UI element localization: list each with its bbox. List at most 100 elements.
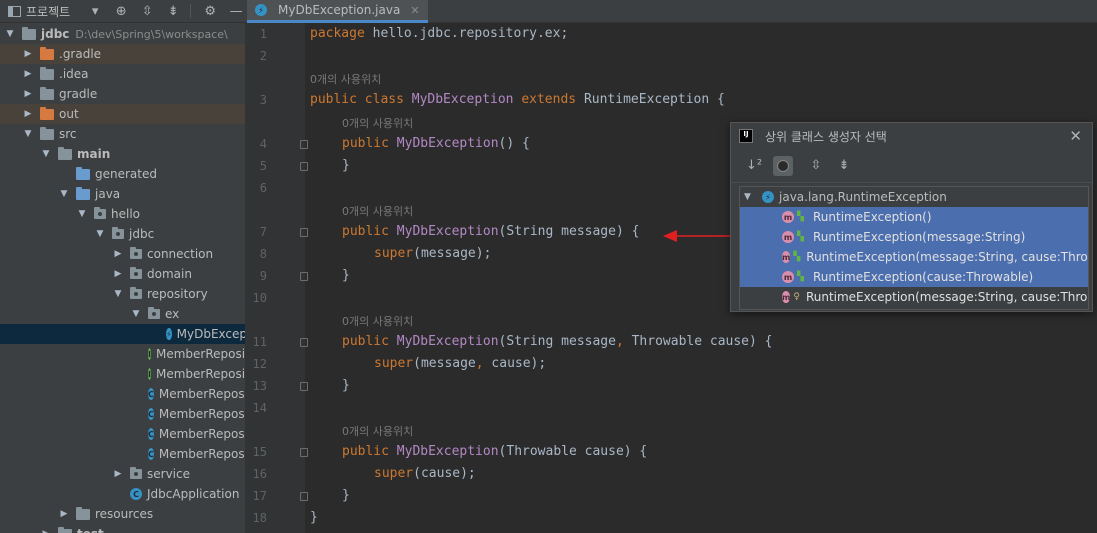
interface-icon: I — [148, 368, 151, 380]
tree-node-main[interactable]: ▼ main — [0, 144, 245, 164]
tree-node-domain[interactable]: ▶ domain — [0, 264, 245, 284]
tree-node-label: src — [59, 127, 77, 141]
tree-node-label: service — [147, 467, 190, 481]
tree-node-src[interactable]: ▼ src — [0, 124, 245, 144]
tree-node-java[interactable]: ▼ java — [0, 184, 245, 204]
module-path: D:\dev\Spring\5\workspace\ — [75, 27, 228, 41]
constructor-item[interactable]: m ▚ RuntimeException(cause:Throwable) — [740, 267, 1088, 287]
line-number: 17 — [252, 489, 267, 503]
tree-node-idea[interactable]: ▶ .idea — [0, 64, 245, 84]
chevron-down-icon[interactable]: ▼ — [112, 289, 124, 299]
tree-node-class[interactable]: C MemberReposi — [0, 404, 245, 424]
method-name: MyDbException — [388, 136, 499, 151]
collapse-all-icon[interactable]: ⇟ — [166, 4, 180, 19]
constructor-item[interactable]: m ▚ RuntimeException(message:String, cau… — [740, 247, 1088, 267]
chevron-right-icon[interactable]: ▶ — [112, 469, 124, 479]
project-toolbar: 프로젝트 ▾ ⊕ ⇳ ⇟ ⚙ — — [0, 0, 245, 23]
tree-node-test[interactable]: ▶ test — [0, 524, 245, 533]
tree-node-resources[interactable]: ▶ resources — [0, 504, 245, 524]
code-text: () { — [498, 136, 530, 151]
project-tree: ▼ jdbc D:\dev\Spring\5\workspace\ ▶ .gra… — [0, 24, 245, 533]
chevron-down-icon[interactable]: ▼ — [94, 229, 106, 239]
chevron-down-icon[interactable]: ▼ — [4, 29, 16, 39]
line-number: 5 — [259, 159, 267, 173]
chevron-down-icon[interactable]: ▼ — [58, 189, 70, 199]
tree-node-out[interactable]: ▶ out — [0, 104, 245, 124]
toolbar-divider — [190, 4, 192, 18]
exception-class-icon: ⚡ — [255, 4, 267, 16]
usage-hint[interactable]: 0개의 사용위치 — [310, 71, 381, 87]
collapse-all-icon[interactable]: ⇟ — [835, 158, 853, 173]
project-view-selector[interactable]: 프로젝트 — [8, 3, 70, 20]
chevron-down-icon[interactable]: ▾ — [88, 4, 102, 19]
chevron-down-icon[interactable]: ▼ — [76, 209, 88, 219]
chevron-right-icon[interactable]: ▶ — [22, 109, 34, 119]
tree-node-interface[interactable]: I MemberReposi — [0, 364, 245, 384]
package-icon — [130, 267, 142, 279]
class-icon: C — [148, 448, 154, 460]
tree-node-interface[interactable]: I MemberReposi — [0, 344, 245, 364]
chevron-right-icon[interactable]: ▶ — [40, 529, 52, 533]
code-line-13: } — [342, 378, 350, 393]
code-line-15: public MyDbException(Throwable cause) { — [342, 444, 647, 459]
tree-node-class[interactable]: C MemberReposi — [0, 444, 245, 464]
keyword: public — [342, 136, 389, 151]
tree-node-class[interactable]: C MemberReposi — [0, 384, 245, 404]
constructor-tree-root[interactable]: ▼ ⚡ java.lang.RuntimeException — [740, 187, 1088, 207]
tree-node-gradle-hidden[interactable]: ▶ .gradle — [0, 44, 245, 64]
chevron-right-icon[interactable]: ▶ — [22, 89, 34, 99]
tree-node-class[interactable]: C MemberReposi — [0, 424, 245, 444]
code-line-3: public class MyDbException extends Runti… — [310, 92, 725, 107]
close-icon[interactable]: ✕ — [410, 4, 419, 17]
constructor-label: RuntimeException() — [813, 210, 932, 224]
keyword: super — [374, 356, 414, 371]
usage-hint[interactable]: 0개의 사용위치 — [342, 423, 413, 439]
chevron-right-icon[interactable]: ▶ — [112, 269, 124, 279]
code-text: (message — [413, 356, 476, 371]
tree-node-connection[interactable]: ▶ connection — [0, 244, 245, 264]
target-icon[interactable]: ⊕ — [114, 4, 128, 19]
chevron-down-icon[interactable]: ▼ — [130, 309, 142, 319]
sort-alphabetically-icon[interactable]: ↓² — [745, 158, 763, 173]
constructor-item[interactable]: m ▚ RuntimeException(message:String) — [740, 227, 1088, 247]
minimize-icon[interactable]: — — [229, 4, 243, 19]
tree-node-label: java — [95, 187, 121, 201]
gear-icon[interactable]: ⚙ — [203, 4, 217, 19]
constructor-item[interactable]: m ♀ RuntimeException(message:String, cau… — [740, 287, 1088, 307]
tree-node-hello[interactable]: ▼ hello — [0, 204, 245, 224]
chevron-right-icon[interactable]: ▶ — [22, 69, 34, 79]
chevron-down-icon[interactable]: ▼ — [22, 129, 34, 139]
chevron-right-icon[interactable]: ▶ — [112, 249, 124, 259]
chevron-right-icon[interactable]: ▶ — [58, 509, 70, 519]
show-inherited-toggle-icon[interactable] — [773, 155, 793, 176]
tree-node-mydbexception[interactable]: ⚡ MyDbExcep — [0, 324, 245, 344]
tree-node-jdbc-root[interactable]: ▼ jdbc D:\dev\Spring\5\workspace\ — [0, 24, 245, 44]
tree-node-ex[interactable]: ▼ ex — [0, 304, 245, 324]
method-icon: m — [782, 231, 794, 243]
line-number: 4 — [259, 137, 267, 151]
chevron-right-icon[interactable]: ▶ — [22, 49, 34, 59]
tree-node-generated[interactable]: generated — [0, 164, 245, 184]
editor-tab-mydbexception[interactable]: ⚡ MyDbException.java ✕ — [247, 0, 428, 23]
tree-node-label: JdbcApplication — [147, 487, 240, 501]
usage-hint[interactable]: 0개의 사용위치 — [342, 313, 413, 329]
constructor-item[interactable]: m ▚ RuntimeException() — [740, 207, 1088, 227]
chevron-down-icon[interactable]: ▼ — [744, 192, 756, 202]
close-icon[interactable]: ✕ — [1069, 127, 1082, 145]
tree-node-label: repository — [147, 287, 208, 301]
constructor-label: RuntimeException(cause:Throwable) — [813, 270, 1034, 284]
tree-node-jdbcapplication[interactable]: C JdbcApplication — [0, 484, 245, 504]
tree-node-jdbc-package[interactable]: ▼ jdbc — [0, 224, 245, 244]
tree-node-repository[interactable]: ▼ repository — [0, 284, 245, 304]
usage-hint[interactable]: 0개의 사용위치 — [342, 203, 413, 219]
tree-node-label: main — [77, 147, 111, 161]
tree-node-service[interactable]: ▶ service — [0, 464, 245, 484]
expand-all-icon[interactable]: ⇳ — [140, 4, 154, 19]
code-text: RuntimeException { — [576, 92, 725, 107]
tree-node-gradle[interactable]: ▶ gradle — [0, 84, 245, 104]
line-number: 13 — [252, 379, 267, 393]
expand-all-icon[interactable]: ⇳ — [807, 158, 825, 173]
chevron-down-icon[interactable]: ▼ — [40, 149, 52, 159]
usage-hint[interactable]: 0개의 사용위치 — [342, 115, 413, 131]
constructor-label: RuntimeException(message:String, cause:T… — [806, 250, 1088, 264]
